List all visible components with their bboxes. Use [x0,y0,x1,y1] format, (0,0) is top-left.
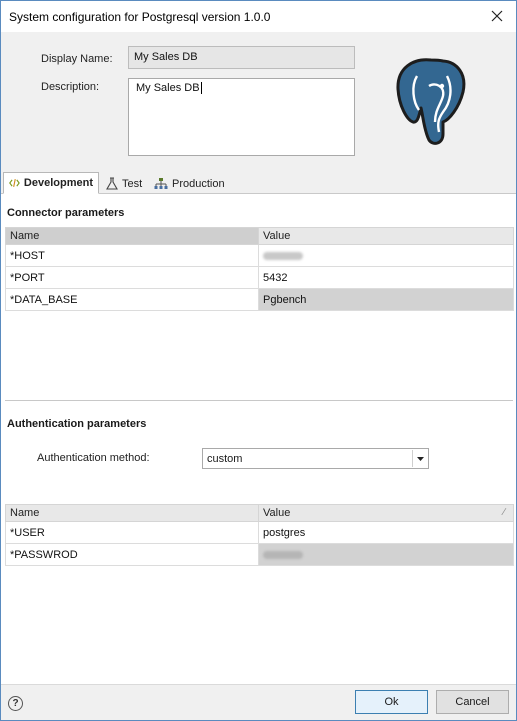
title-bar: System configuration for Postgresql vers… [1,1,516,32]
authentication-parameters-table: Name Value ∕ *USER postgres *PASSWROD [5,504,514,566]
column-header-name[interactable]: Name [5,227,259,245]
table-row[interactable]: *PASSWROD [5,543,514,566]
window-title: System configuration for Postgresql vers… [9,10,271,24]
table-row[interactable]: *HOST [5,244,514,267]
section-divider [5,400,513,401]
postgresql-elephant-icon [393,56,469,151]
param-name: *HOST [5,244,259,267]
config-dialog: System configuration for Postgresql vers… [0,0,517,721]
flask-icon [106,177,118,190]
connector-parameters-table: Name Value *HOST *PORT 5432 *DATA_BASE P… [5,227,514,311]
table-row[interactable]: *USER postgres [5,521,514,544]
code-icon [9,178,20,188]
text-cursor [200,82,202,95]
ok-button[interactable]: Ok [355,690,428,714]
tab-production[interactable]: Production [149,173,230,194]
param-value[interactable]: Pgbench [258,288,514,311]
sort-indicator-icon: ∕ [503,507,505,518]
param-value-redacted[interactable] [258,543,514,566]
header-panel: Display Name: My Sales DB Description: M… [1,32,516,172]
authentication-method-select[interactable]: custom [202,448,429,469]
table-header-row: Name Value [5,227,514,245]
tab-test-label: Test [122,177,143,190]
param-value[interactable]: postgres [258,521,514,544]
column-header-name[interactable]: Name [5,504,259,522]
help-icon[interactable]: ? [8,696,23,711]
param-name: *PORT [5,266,259,289]
column-header-value[interactable]: Value ∕ [258,504,514,522]
description-label: Description: [41,81,100,93]
table-row[interactable]: *PORT 5432 [5,266,514,289]
param-value-redacted[interactable] [258,244,514,267]
tab-development[interactable]: Development [3,172,99,194]
authentication-parameters-title: Authentication parameters [7,418,147,430]
network-icon [154,178,168,189]
tab-production-label: Production [172,177,225,190]
redacted-value [263,550,303,559]
display-name-label: Display Name: [41,53,113,65]
param-value[interactable]: 5432 [258,266,514,289]
dropdown-button[interactable] [412,450,427,467]
dialog-footer: ? Ok Cancel [1,684,516,720]
development-panel: Connector parameters Name Value *HOST *P… [1,194,516,684]
authentication-method-label: Authentication method: [37,452,150,464]
description-field[interactable]: My Sales DB [128,78,355,156]
close-button[interactable] [484,4,510,28]
column-header-value[interactable]: Value [258,227,514,245]
chevron-down-icon [416,456,424,461]
description-text: My Sales DB [136,82,200,94]
tab-test[interactable]: Test [101,173,147,194]
table-row[interactable]: *DATA_BASE Pgbench [5,288,514,311]
table-header-row: Name Value ∕ [5,504,514,522]
redacted-value [263,251,303,260]
close-icon [491,10,503,22]
param-name: *USER [5,521,259,544]
display-name-field[interactable]: My Sales DB [128,46,355,69]
cancel-button[interactable]: Cancel [436,690,509,714]
tab-development-label: Development [23,177,93,189]
environment-tabs: Development Test Production [1,172,516,194]
param-name: *PASSWROD [5,543,259,566]
param-name: *DATA_BASE [5,288,259,311]
column-header-value-label: Value [263,507,291,519]
connector-parameters-title: Connector parameters [7,207,125,219]
authentication-method-value: custom [207,453,243,465]
